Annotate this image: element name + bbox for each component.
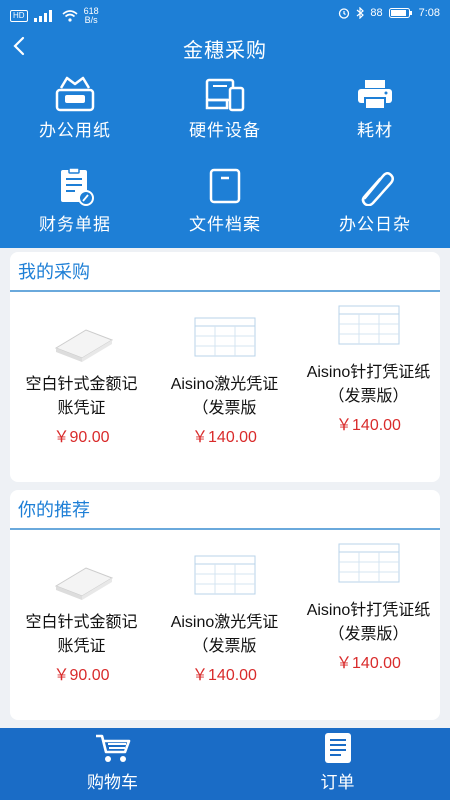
paperclip-icon bbox=[361, 172, 394, 206]
product-image bbox=[194, 555, 255, 595]
bluetooth-icon bbox=[356, 7, 365, 19]
section-title: 我的采购 bbox=[10, 252, 440, 292]
product-name: Aisino激光凭证（发票版 bbox=[170, 376, 279, 417]
category-label: 文件档案 bbox=[189, 215, 261, 234]
product-image bbox=[194, 317, 255, 357]
product-image bbox=[54, 329, 113, 362]
page-title: 金穗采购 bbox=[183, 40, 267, 62]
printer-icon bbox=[358, 80, 392, 110]
product-name: Aisino激光凭证（发票版 bbox=[170, 614, 279, 655]
order-list-icon bbox=[324, 733, 351, 763]
product-name: 空白针式金额记账凭证 bbox=[25, 376, 138, 417]
category-label: 办公用纸 bbox=[39, 121, 111, 140]
product-price: ￥90.00 bbox=[53, 429, 110, 446]
category-label: 办公日杂 bbox=[339, 215, 411, 234]
wifi-icon bbox=[62, 10, 78, 22]
product-item[interactable]: 空白针式金额记账凭证 ￥90.00 bbox=[10, 308, 153, 447]
battery-icon bbox=[388, 8, 412, 18]
tab-orders[interactable]: 订单 bbox=[225, 728, 450, 800]
category-hardware[interactable]: 硬件设备 bbox=[150, 76, 300, 156]
tab-label: 购物车 bbox=[87, 773, 138, 792]
clock: 7:08 bbox=[418, 7, 440, 19]
file-folder-icon bbox=[209, 168, 241, 204]
category-label: 耗材 bbox=[357, 121, 393, 140]
tab-cart[interactable]: 购物车 bbox=[0, 728, 225, 800]
category-office-sundries[interactable]: 办公日杂 bbox=[300, 168, 450, 248]
section-title: 你的推荐 bbox=[10, 490, 440, 530]
product-name: Aisino针打凭证纸（发票版） bbox=[306, 364, 431, 405]
category-office-paper[interactable]: 办公用纸 bbox=[0, 76, 150, 156]
signal-icon bbox=[33, 10, 52, 22]
product-item[interactable]: Aisino针打凭证纸（发票版） ￥140.00 bbox=[297, 534, 440, 673]
document-icon bbox=[61, 168, 94, 206]
battery-percent: 88 bbox=[370, 7, 383, 19]
header: 金穗采购 办公用纸 硬件设备 耗材 财务单据 文件档案 办公日杂 bbox=[0, 30, 450, 248]
product-image bbox=[338, 543, 399, 583]
product-name: 空白针式金额记账凭证 bbox=[25, 614, 138, 655]
category-financial-documents[interactable]: 财务单据 bbox=[0, 168, 150, 248]
alarm-icon bbox=[339, 8, 350, 19]
network-speed: 618 B/s bbox=[83, 6, 99, 25]
category-label: 硬件设备 bbox=[189, 121, 261, 140]
category-consumables[interactable]: 耗材 bbox=[300, 76, 450, 156]
tab-label: 订单 bbox=[320, 773, 355, 792]
devices-icon bbox=[205, 78, 245, 112]
product-price: ￥140.00 bbox=[336, 655, 401, 672]
product-item[interactable]: 空白针式金额记账凭证 ￥90.00 bbox=[10, 546, 153, 685]
bottom-tab-bar: 购物车 订单 bbox=[0, 728, 450, 800]
product-image bbox=[54, 567, 113, 600]
hd-badge: HD bbox=[10, 10, 28, 22]
product-image bbox=[338, 305, 399, 345]
product-item[interactable]: Aisino针打凭证纸（发票版） ￥140.00 bbox=[297, 296, 440, 435]
category-file-archives[interactable]: 文件档案 bbox=[150, 168, 300, 248]
product-item[interactable]: Aisino激光凭证（发票版 ￥140.00 bbox=[153, 308, 296, 447]
status-bar: HD 618 B/s 88 7:08 bbox=[0, 0, 450, 30]
product-price: ￥140.00 bbox=[192, 667, 257, 684]
product-price: ￥90.00 bbox=[53, 667, 110, 684]
category-label: 财务单据 bbox=[39, 215, 111, 234]
product-item[interactable]: Aisino激光凭证（发票版 ￥140.00 bbox=[153, 546, 296, 685]
product-name: Aisino针打凭证纸（发票版） bbox=[306, 602, 431, 643]
shopping-cart-icon bbox=[95, 734, 130, 762]
tissue-box-icon bbox=[55, 76, 95, 112]
recommended-card: 你的推荐 空白针式金额记账凭证 ￥90.00 Aisino激光凭证（发票版 ￥1… bbox=[10, 490, 440, 720]
product-price: ￥140.00 bbox=[336, 417, 401, 434]
my-purchases-card: 我的采购 空白针式金额记账凭证 ￥90.00 Aisino激光凭证（发票版 ￥1… bbox=[10, 252, 440, 482]
product-price: ￥140.00 bbox=[192, 429, 257, 446]
